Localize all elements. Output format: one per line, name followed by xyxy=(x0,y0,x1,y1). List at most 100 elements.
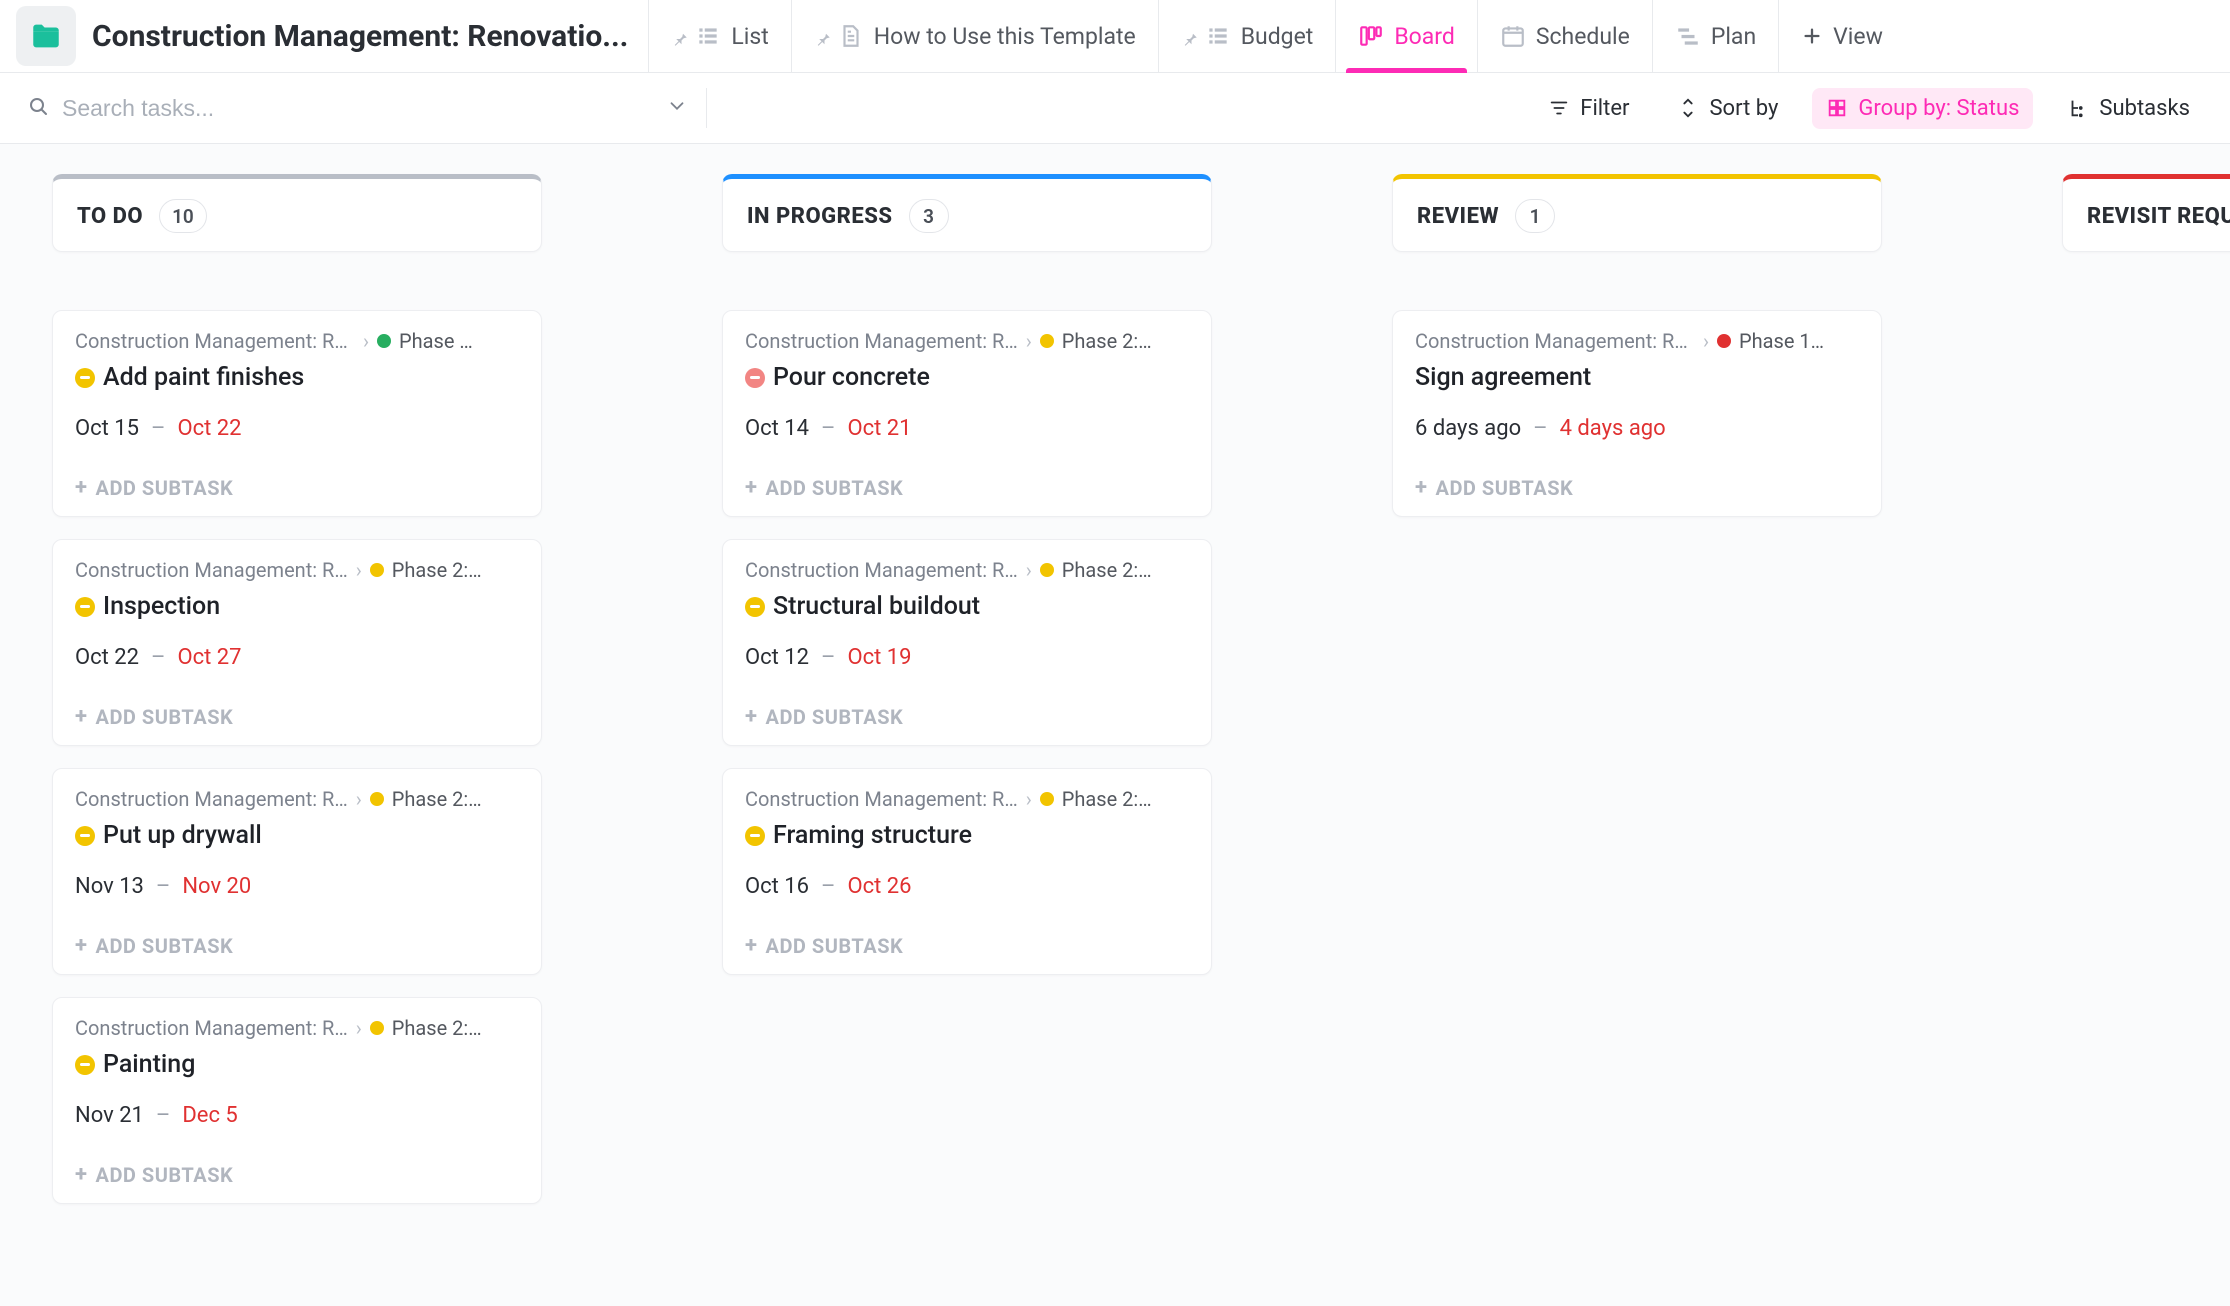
start-date: Oct 12 xyxy=(745,645,809,670)
tab-list[interactable]: List xyxy=(648,0,790,72)
tab-budget[interactable]: Budget xyxy=(1158,0,1336,72)
chevron-down-icon[interactable] xyxy=(666,95,688,121)
subtasks-button[interactable]: Subtasks xyxy=(2053,88,2204,129)
add-subtask-button[interactable]: +ADD SUBTASK xyxy=(75,475,233,500)
task-title: Put up drywall xyxy=(103,821,262,850)
status-dot-icon xyxy=(1040,334,1054,348)
column-revisit: REVISIT REQUIRED0 xyxy=(2062,174,2230,310)
breadcrumb: Construction Management: R…›Phase 2:… xyxy=(745,558,1189,582)
dash: – xyxy=(156,1103,170,1128)
column-header[interactable]: IN PROGRESS 3 xyxy=(722,174,1212,252)
tab-label: Plan xyxy=(1711,23,1756,50)
chevron-right-icon: › xyxy=(356,787,362,811)
filter-label: Filter xyxy=(1580,96,1629,121)
add-subtask-button[interactable]: +ADD SUBTASK xyxy=(75,933,233,958)
tab-label: How to Use this Template xyxy=(874,23,1136,50)
plus-icon: + xyxy=(1415,475,1428,500)
task-title: Sign agreement xyxy=(1415,363,1591,392)
task-card[interactable]: Construction Management: R…›Phase 2:…Str… xyxy=(722,539,1212,746)
end-date: Oct 19 xyxy=(847,645,911,670)
add-subtask-label: ADD SUBTASK xyxy=(766,705,904,729)
column-inprogress: IN PROGRESS3Construction Management: R…›… xyxy=(722,174,1212,997)
chevron-right-icon: › xyxy=(1026,558,1032,582)
list-icon xyxy=(1205,23,1231,49)
task-card[interactable]: Construction Management: R…›Phase 2:… Put… xyxy=(52,768,542,975)
add-subtask-label: ADD SUBTASK xyxy=(1436,476,1574,500)
add-subtask-button[interactable]: +ADD SUBTASK xyxy=(745,475,903,500)
dash: – xyxy=(821,645,835,670)
task-card[interactable]: Construction Management: R…›Phase 2:…Ins… xyxy=(52,539,542,746)
add-subtask-label: ADD SUBTASK xyxy=(766,476,904,500)
breadcrumb-project: Construction Management: Ren… xyxy=(1415,329,1695,353)
task-card[interactable]: Construction Management: R…›Phase 2:…Pai… xyxy=(52,997,542,1204)
column-title: REVISIT REQUIRED xyxy=(2087,204,2230,229)
add-subtask-button[interactable]: +ADD SUBTASK xyxy=(745,933,903,958)
view-tabs: List How to Use this Template Budget xyxy=(648,0,1905,72)
end-date: Oct 27 xyxy=(177,645,241,670)
tab-label: Board xyxy=(1394,23,1455,50)
groupby-button[interactable]: Group by: Status xyxy=(1812,88,2033,129)
plus-icon: + xyxy=(75,475,88,500)
tab-board[interactable]: Board xyxy=(1335,0,1477,72)
task-dates: 6 days ago–4 days ago xyxy=(1415,416,1859,441)
breadcrumb-project: Construction Management: R… xyxy=(75,558,348,582)
tab-plan[interactable]: Plan xyxy=(1652,0,1778,72)
breadcrumb-phase: Phase 2:… xyxy=(392,1016,482,1040)
page-title: Construction Management: Renovatio... xyxy=(92,19,628,54)
task-card[interactable]: Construction Management: Ren…›Phase …Add… xyxy=(52,310,542,517)
folder-icon[interactable] xyxy=(16,6,76,66)
tab-schedule[interactable]: Schedule xyxy=(1477,0,1652,72)
dash: – xyxy=(1533,416,1547,441)
task-dates: Nov 13–Nov 20 xyxy=(75,874,519,899)
chevron-right-icon: › xyxy=(356,1016,362,1040)
breadcrumb: Construction Management: R…›Phase 2:… xyxy=(75,787,519,811)
add-subtask-button[interactable]: + ADD SUBTASK xyxy=(1415,475,1573,500)
start-date: Oct 22 xyxy=(75,645,139,670)
search-input[interactable] xyxy=(62,95,446,122)
pin-icon xyxy=(671,27,689,45)
add-subtask-label: ADD SUBTASK xyxy=(96,1163,234,1187)
filter-button[interactable]: Filter xyxy=(1534,88,1643,129)
chevron-right-icon: › xyxy=(1703,329,1709,353)
end-date: Dec 5 xyxy=(182,1103,237,1128)
column-header[interactable]: REVISIT REQUIRED0 xyxy=(2062,174,2230,252)
breadcrumb-project: Construction Management: R… xyxy=(745,558,1018,582)
task-title: Painting xyxy=(103,1050,195,1079)
chevron-right-icon: › xyxy=(1026,329,1032,353)
task-title: Inspection xyxy=(103,592,220,621)
breadcrumb-project: Construction Management: R… xyxy=(745,329,1018,353)
task-dates: Oct 14–Oct 21 xyxy=(745,416,1189,441)
task-card[interactable]: Construction Management: R… › Phase 2:… Pou… xyxy=(722,310,1212,517)
column-title: TO DO xyxy=(77,204,143,229)
column-count: 3 xyxy=(909,199,949,233)
gantt-icon xyxy=(1675,23,1701,49)
task-dates: Oct 12–Oct 19 xyxy=(745,645,1189,670)
task-card[interactable]: Construction Management: Ren… › Phase 1… Si… xyxy=(1392,310,1882,517)
column-header[interactable]: REVIEW1 xyxy=(1392,174,1882,252)
column-header[interactable]: TO DO10 xyxy=(52,174,542,252)
column-title: IN PROGRESS xyxy=(747,204,893,229)
tab-add-view[interactable]: View xyxy=(1778,0,1905,72)
add-subtask-button[interactable]: + ADD SUBTASK xyxy=(75,1162,233,1187)
breadcrumb-phase: Phase 1… xyxy=(1739,329,1824,353)
sort-button[interactable]: Sort by xyxy=(1663,88,1792,129)
breadcrumb-phase: Phase 2:… xyxy=(1062,329,1152,353)
add-subtask-button[interactable]: +ADD SUBTASK xyxy=(75,704,233,729)
column-review: REVIEW1 Construction Management: Ren… › Pha… xyxy=(1392,174,1882,539)
calendar-icon xyxy=(1500,23,1526,49)
tab-howto[interactable]: How to Use this Template xyxy=(791,0,1158,72)
dash: – xyxy=(821,874,835,899)
add-subtask-button[interactable]: +ADD SUBTASK xyxy=(745,704,903,729)
priority-icon xyxy=(75,597,95,617)
task-card[interactable]: Construction Management: R…›Phase 2:…Fra… xyxy=(722,768,1212,975)
breadcrumb: Construction Management: R…›Phase 2:… xyxy=(75,558,519,582)
chevron-right-icon: › xyxy=(1026,787,1032,811)
dash: – xyxy=(151,645,165,670)
chevron-right-icon: › xyxy=(356,558,362,582)
task-title: Pour concrete xyxy=(773,363,930,392)
plus-icon: + xyxy=(75,1162,88,1187)
status-dot-icon xyxy=(370,792,384,806)
tab-label: Budget xyxy=(1241,23,1314,50)
end-date: Oct 21 xyxy=(847,416,911,441)
end-date: 4 days ago xyxy=(1560,416,1666,441)
